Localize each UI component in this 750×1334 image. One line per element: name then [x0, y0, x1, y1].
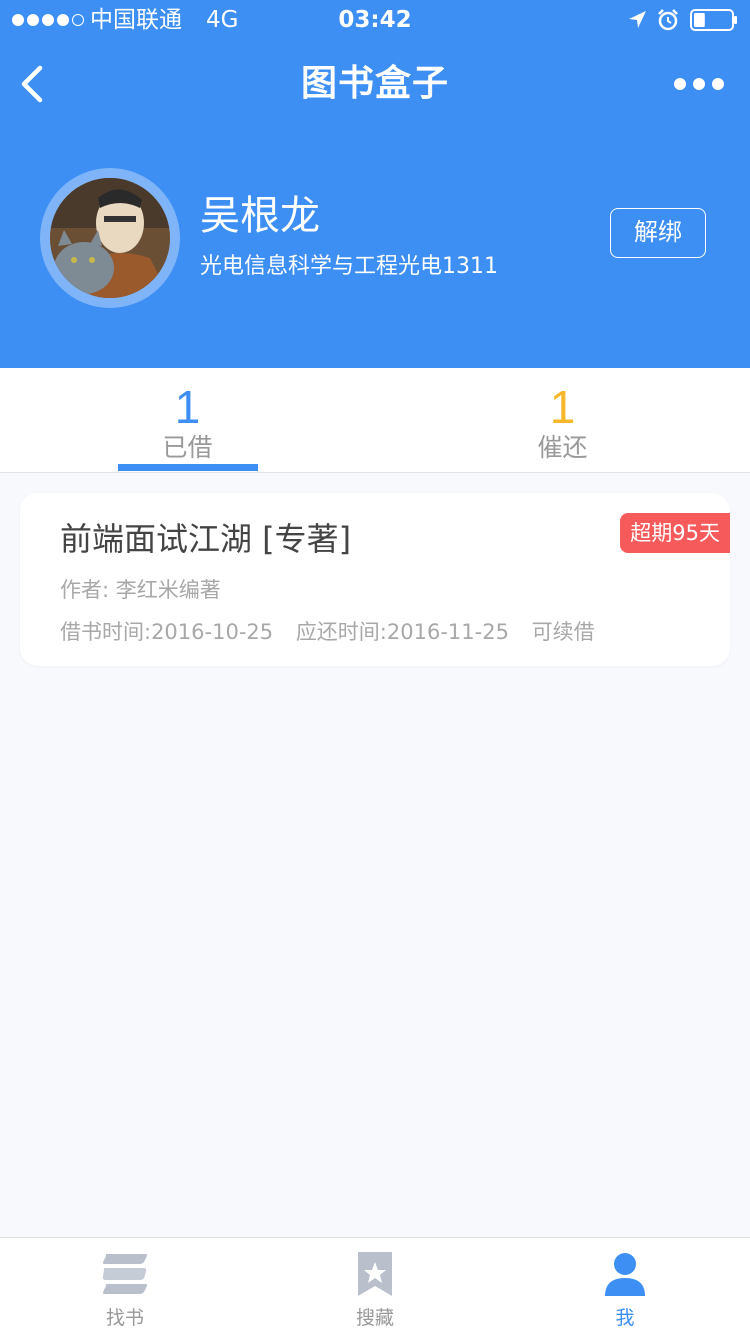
tab-borrowed-label: 已借 — [162, 433, 213, 462]
book-stack-icon — [102, 1254, 147, 1294]
battery-icon — [690, 9, 737, 31]
tab-remind-label: 催还 — [537, 433, 588, 462]
page-title: 图书盒子 — [300, 63, 449, 104]
avatar[interactable] — [50, 178, 170, 298]
bookmark-star-icon — [358, 1252, 392, 1296]
tab-remind-count: 1 — [549, 381, 576, 433]
status-bar: 中国联通 4G 03:42 — [0, 0, 750, 40]
tabbar-label: 我 — [615, 1307, 635, 1329]
renew-status: 可续借 — [531, 620, 595, 644]
avatar-ring — [40, 168, 180, 308]
tab-borrowed[interactable]: 1 已借 — [0, 368, 375, 472]
more-button[interactable] — [674, 74, 728, 94]
borrow-tabs: 1 已借 1 催还 — [0, 368, 750, 473]
due-date: 应还时间:2016-11-25 — [295, 620, 509, 644]
more-dot — [712, 78, 724, 90]
tab-borrowed-count: 1 — [174, 381, 201, 433]
tabbar-label: 找书 — [105, 1307, 144, 1329]
book-title: 前端面试江湖 [专著] — [60, 520, 352, 558]
more-dot — [693, 78, 705, 90]
user-major: 光电信息科学与工程光电1311 — [200, 254, 498, 279]
tab-remind[interactable]: 1 催还 — [375, 368, 750, 472]
tab-active-indicator — [118, 464, 258, 471]
tabbar-item-find-book[interactable]: 找书 — [0, 1238, 250, 1334]
more-dot — [674, 78, 686, 90]
user-name: 吴根龙 — [200, 193, 320, 239]
borrow-date: 借书时间:2016-10-25 — [60, 620, 274, 644]
location-arrow-icon — [629, 11, 646, 28]
profile-header: 中国联通 4G 03:42 图书盒子 吴根龙 光电信息科学与工程光电1311 解… — [0, 0, 750, 368]
book-card[interactable]: 前端面试江湖 [专著] 超期95天 作者: 李红米编著 借书时间:2016-10… — [20, 493, 730, 666]
person-icon — [605, 1253, 645, 1296]
bottom-tabbar: 找书 搜藏 我 — [0, 1237, 750, 1334]
avatar-portrait-image — [50, 178, 170, 298]
book-author: 作者: 李红米编著 — [60, 578, 221, 602]
tabbar-item-me[interactable]: 我 — [500, 1238, 750, 1334]
tabbar-item-favorites[interactable]: 搜藏 — [250, 1238, 500, 1334]
nav-bar: 图书盒子 — [0, 40, 750, 128]
book-dates: 借书时间:2016-10-25 应还时间:2016-11-25 可续借 — [60, 617, 611, 647]
unbind-button[interactable]: 解绑 — [610, 208, 706, 258]
overdue-badge: 超期95天 — [620, 513, 730, 553]
alarm-icon — [658, 9, 678, 31]
tabbar-label: 搜藏 — [355, 1307, 394, 1329]
